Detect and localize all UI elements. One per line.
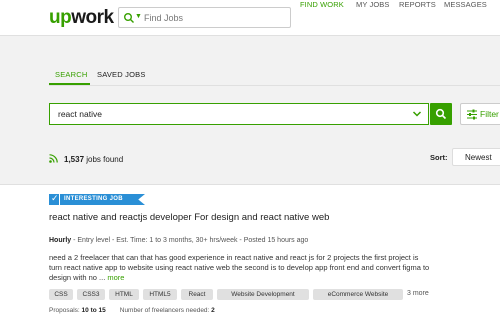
search-button[interactable]	[430, 103, 452, 125]
checkmark-icon: ✓	[49, 193, 60, 205]
job-description-line: turn react native app to website using r…	[49, 263, 430, 272]
nav-my-jobs[interactable]: MY JOBS	[356, 0, 390, 9]
results-count-suffix: jobs found	[84, 155, 124, 164]
job-description-line: need a 2 freelacer that can that has goo…	[49, 253, 419, 262]
skill-tag[interactable]: HTML5	[143, 289, 177, 300]
upwork-logo[interactable]: upwork	[49, 7, 114, 29]
filter-button[interactable]: Filter	[460, 103, 500, 125]
nav-find-work[interactable]: FIND WORK	[300, 0, 344, 9]
skill-tag[interactable]: CSS	[49, 289, 73, 300]
sort-label: Sort:	[430, 153, 448, 162]
more-link[interactable]: more	[107, 273, 124, 282]
skill-tag[interactable]: React	[181, 289, 213, 300]
chevron-down-icon[interactable]: ▼	[135, 13, 142, 20]
skill-tag[interactable]: Website Development	[217, 289, 309, 300]
skill-tags: CSS CSS3 HTML HTML5 React Website Develo…	[49, 289, 500, 301]
tab-saved-jobs[interactable]: SAVED JOBS	[97, 70, 146, 79]
logo-work: work	[71, 7, 114, 28]
nav-search-bar[interactable]: ▼	[118, 7, 291, 28]
badge-text: INTERESTING JOB	[64, 196, 123, 202]
sort-select[interactable]: Newest	[452, 148, 500, 166]
job-search-input[interactable]	[58, 107, 398, 121]
chevron-down-icon[interactable]	[412, 109, 422, 119]
job-description-line: design with no ...	[49, 273, 106, 282]
results-count-number: 1,537	[64, 155, 85, 164]
search-icon	[124, 13, 134, 23]
nav-search-input[interactable]	[144, 10, 284, 25]
freelancers-label: Number of freelancers needed:	[119, 307, 212, 314]
top-navbar: upwork ▼ FIND WORK MY JOBS REPORTS MESSA…	[0, 0, 500, 36]
job-title-link[interactable]: react native and reactjs developer For d…	[49, 212, 329, 223]
proposals-label: Proposals:	[49, 307, 82, 314]
job-footer: Proposals: 10 to 15 Number of freelancers…	[49, 307, 215, 314]
skill-tag[interactable]: eCommerce Website	[313, 289, 403, 300]
nav-messages[interactable]: MESSAGES	[444, 0, 487, 9]
job-type: Hourly	[49, 237, 72, 244]
more-skills-link[interactable]: 3 more	[407, 290, 429, 297]
tab-divider	[49, 85, 500, 86]
sort-value: Newest	[465, 153, 492, 162]
search-icon	[435, 108, 447, 120]
nav-reports[interactable]: REPORTS	[399, 0, 436, 9]
logo-up: up	[49, 7, 72, 28]
proposals-value: 10 to 15	[81, 307, 106, 314]
filter-label: Filter	[480, 109, 499, 119]
rss-icon[interactable]	[49, 154, 58, 163]
skill-tag[interactable]: CSS3	[77, 289, 105, 300]
interesting-job-badge: ✓ INTERESTING JOB	[49, 194, 145, 205]
skill-tag[interactable]: HTML	[109, 289, 139, 300]
job-search-box[interactable]	[49, 103, 429, 125]
job-meta: Hourly - Entry level - Est. Time: 1 to 3…	[49, 237, 308, 244]
results-count: 1,537 jobs found	[64, 155, 123, 164]
job-description: need a 2 freelacer that can that has goo…	[49, 253, 500, 283]
job-meta-details: - Entry level - Est. Time: 1 to 3 months…	[71, 237, 309, 244]
freelancers-value: 2	[211, 307, 215, 314]
sliders-icon	[467, 109, 477, 120]
tab-search[interactable]: SEARCH	[55, 70, 87, 79]
